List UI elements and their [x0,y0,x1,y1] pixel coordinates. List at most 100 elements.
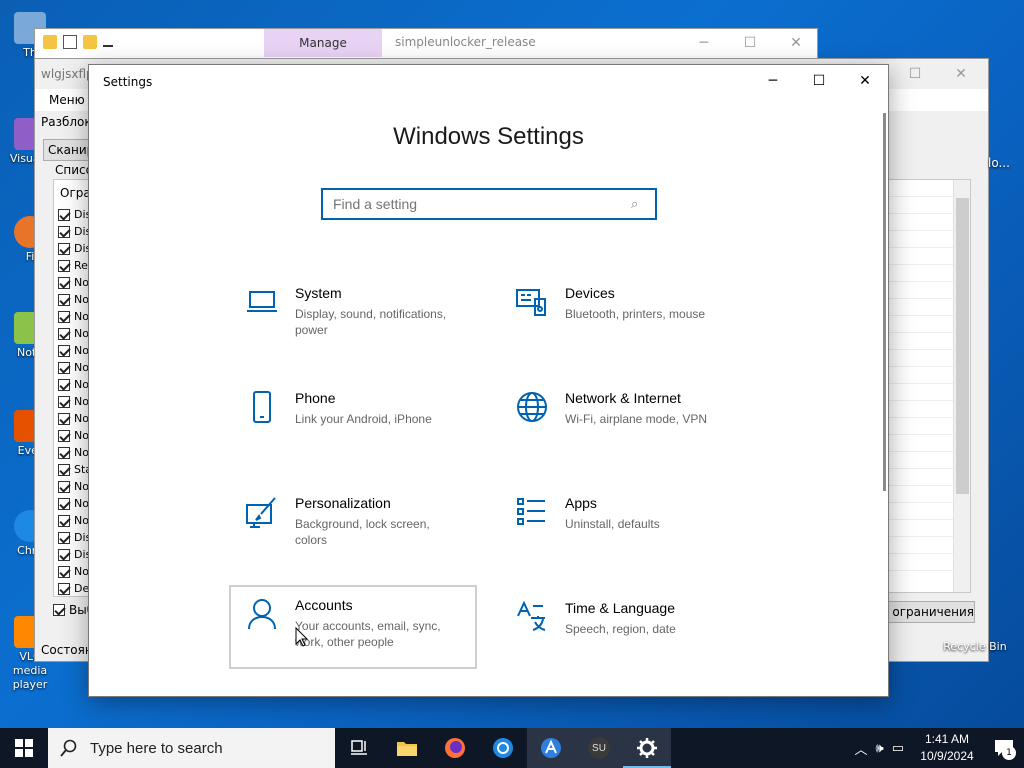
list-item-label: No [74,480,89,493]
notification-center-button[interactable]: 1 [990,728,1018,768]
chrome-icon [493,738,513,758]
checkbox-checked-icon[interactable] [58,344,70,357]
maximize-icon[interactable]: ☐ [727,31,773,55]
volume-icon[interactable]: 🕪 [876,741,884,756]
checkbox-checked-icon[interactable] [58,463,70,476]
checkbox-checked-icon[interactable] [58,565,70,578]
search-input[interactable] [333,196,631,212]
checkbox-checked-icon[interactable] [58,276,70,289]
manage-tab[interactable]: Manage [264,29,382,57]
menu-item[interactable]: Меню [49,93,85,107]
data-grid[interactable] [887,179,971,593]
chevron-up-icon[interactable]: ︿ [854,739,867,758]
taskbar-firefox[interactable] [431,728,479,768]
list-item[interactable]: No [58,512,89,529]
maximize-icon[interactable]: ☐ [796,65,842,97]
checkbox-checked-icon[interactable] [58,446,70,459]
checkbox-checked-icon[interactable] [58,361,70,374]
list-item[interactable]: No [58,342,89,359]
checkbox-checked-icon[interactable] [58,293,70,306]
new-folder-icon[interactable] [83,35,97,49]
checkbox-checked-icon[interactable] [58,531,70,544]
taskbar-settings[interactable] [623,728,671,768]
checkbox-checked-icon[interactable] [58,310,70,323]
settings-window-controls: ─ ☐ ✕ [750,65,888,97]
mouse-cursor-icon [295,627,309,647]
desktop-icon-recycle-bin[interactable]: Recycle Bin [940,640,1010,653]
list-item[interactable]: No [58,444,89,461]
taskbar-app-a[interactable] [527,728,575,768]
checkbox-checked-icon[interactable] [58,480,70,493]
checkbox-checked-icon[interactable] [53,604,65,616]
list-item[interactable]: Dis [58,529,91,546]
list-item[interactable]: No [58,478,89,495]
checkbox-checked-icon[interactable] [58,514,70,527]
list-item-label: Re [74,259,88,272]
list-item[interactable]: No [58,410,89,427]
tile-devices[interactable]: Devices Bluetooth, printers, mouse [499,273,747,357]
list-item[interactable]: Dis [58,206,91,223]
tile-system[interactable]: System Display, sound, notifications, po… [229,273,477,357]
list-item[interactable]: No [58,291,89,308]
scrollbar-thumb[interactable] [956,198,969,494]
start-button[interactable] [0,728,48,768]
tile-phone[interactable]: Phone Link your Android, iPhone [229,378,477,462]
close-icon[interactable]: ✕ [938,61,984,87]
tile-time-language[interactable]: Time & Language Speech, region, date [499,588,747,672]
list-item[interactable]: No [58,274,89,291]
checkbox-checked-icon[interactable] [58,548,70,561]
close-icon[interactable]: ✕ [773,31,819,55]
maximize-icon[interactable]: ☐ [892,61,938,87]
minimize-icon[interactable]: ─ [681,31,727,55]
vertical-scrollbar[interactable] [953,180,970,592]
checkbox-checked-icon[interactable] [58,327,70,340]
tile-network-internet[interactable]: Network & Internet Wi-Fi, airplane mode,… [499,378,747,462]
checkbox-checked-icon[interactable] [58,395,70,408]
checkbox-checked-icon[interactable] [58,225,70,238]
list-item[interactable]: No [58,393,89,410]
close-icon[interactable]: ✕ [842,65,888,97]
list-item[interactable]: No [58,427,89,444]
network-icon[interactable]: ▭ [892,741,904,756]
clock-time: 1:41 AM [924,732,970,746]
checkbox-checked-icon[interactable] [58,497,70,510]
tile-apps[interactable]: Apps Uninstall, defaults [499,483,747,567]
clock[interactable]: 1:41 AM 10/9/2024 [912,731,982,765]
taskbar-search[interactable]: Type here to search [48,728,335,768]
checkbox-checked-icon[interactable] [58,412,70,425]
list-item[interactable]: No [58,376,89,393]
checkbox-checked-icon[interactable] [58,429,70,442]
list-item[interactable]: De [58,580,90,596]
list-item[interactable]: No [58,359,89,376]
checkbox-checked-icon[interactable] [58,582,70,595]
taskbar-file-explorer[interactable] [383,728,431,768]
list-item[interactable]: Dis [58,223,91,240]
search-box[interactable]: ⌕ [321,188,657,220]
folder-icon[interactable] [43,35,57,49]
list-item[interactable]: No [58,308,89,325]
list-item[interactable]: Dis [58,240,91,257]
list-item[interactable]: No [58,495,89,512]
properties-icon[interactable] [63,35,77,49]
list-item[interactable]: Dis [58,546,91,563]
restrictions-button[interactable]: ограничения [887,601,975,623]
checkbox-checked-icon[interactable] [58,259,70,272]
taskbar-task-view[interactable] [335,728,383,768]
minimize-icon[interactable]: ─ [750,65,796,97]
list-item[interactable]: Sta [58,461,92,478]
taskbar-simple-unlocker[interactable]: SU [575,728,623,768]
vertical-scrollbar[interactable] [883,113,886,491]
list-item-label: De [74,582,90,595]
list-item[interactable]: No [58,563,89,580]
checkbox-checked-icon[interactable] [58,378,70,391]
window-title: Settings [103,75,153,89]
list-item[interactable]: No [58,325,89,342]
taskbar-chrome[interactable] [479,728,527,768]
checkbox-checked-icon[interactable] [58,242,70,255]
checkbox-checked-icon[interactable] [58,208,70,221]
tile-accounts[interactable]: Accounts Your accounts, email, sync, wor… [229,585,477,669]
dropdown-icon[interactable] [103,37,113,47]
tile-personalization[interactable]: Personalization Background, lock screen,… [229,483,477,567]
list-item[interactable]: Re [58,257,88,274]
settings-window[interactable]: Settings ─ ☐ ✕ Windows Settings ⌕ System… [88,64,889,697]
